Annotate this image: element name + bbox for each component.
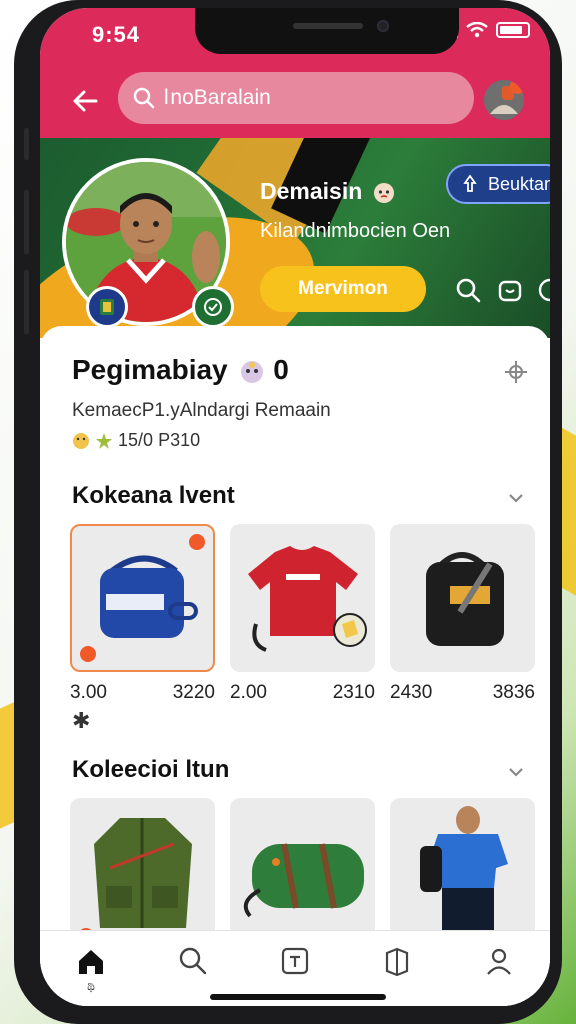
profile-name: Demaisin: [260, 178, 395, 205]
verified-badge-icon: [192, 286, 234, 328]
section-title: Koleecioi ltun: [72, 756, 230, 783]
profile-name-text: Demaisin: [260, 178, 363, 204]
emoji-icon: [73, 433, 89, 450]
duffel-image: [243, 843, 364, 918]
home-icon: [79, 950, 103, 974]
product-card-blue-bag[interactable]: [70, 524, 215, 672]
front-camera: [377, 20, 389, 32]
screen: 9:54 l noBaralain Demaisin Kilandnimboci…: [40, 8, 550, 1006]
search-text: l noBaralain: [164, 86, 271, 109]
emoji-icon: [373, 182, 394, 203]
price-pair: 2.00 2310: [230, 682, 375, 704]
price-value: 3836: [492, 682, 535, 703]
price-pair: 2430 3836: [390, 682, 535, 704]
volume-up-button: [24, 190, 29, 254]
price-value: 3.00: [70, 682, 107, 703]
nav-profile[interactable]: [469, 931, 529, 1005]
speaker: [293, 23, 363, 29]
backpack-image: [426, 552, 504, 646]
notification-badge: [510, 80, 524, 94]
page-title: Pegimabiay 0: [72, 354, 289, 386]
title-text: Pegimabiay: [72, 354, 228, 385]
badge-dot: [80, 646, 96, 662]
status-time: 9:54: [92, 22, 141, 47]
shop-icon: [385, 947, 409, 977]
kit-image: [420, 806, 508, 934]
jacket-image: [94, 818, 192, 928]
search-input[interactable]: l noBaralain: [118, 72, 516, 124]
follow-button[interactable]: Beuktam: [446, 164, 550, 204]
item-grid: [70, 524, 535, 672]
profile-icon: [487, 948, 511, 975]
chevron-down-icon[interactable]: [506, 762, 526, 782]
wifi-icon: [466, 22, 488, 38]
item-grid: [70, 798, 535, 946]
price-value: 2310: [332, 682, 375, 703]
jersey-image: [248, 546, 367, 652]
club-badge-icon: [86, 286, 128, 328]
badge-dot: [189, 534, 205, 550]
stats-text: 15/0 P310: [118, 430, 201, 450]
share-icon[interactable]: [502, 358, 530, 386]
search-icon[interactable]: [454, 276, 482, 304]
price-value: 3220: [172, 682, 215, 703]
more-icon[interactable]: [536, 276, 550, 304]
battery-icon: [496, 22, 530, 38]
volume-down-button: [24, 270, 29, 334]
emoji-icon: [241, 360, 264, 383]
follow-label: Beuktam: [488, 173, 550, 194]
nav-home[interactable]: ಥಿ: [61, 931, 121, 1005]
bell-icon: [463, 174, 477, 192]
notch: [195, 8, 459, 54]
back-arrow-icon[interactable]: [70, 86, 100, 116]
create-icon: [281, 947, 309, 975]
profile-card: Pegimabiay 0 KemaecP1.yAlndargi Remaain …: [40, 326, 550, 1006]
title-count: 0: [273, 354, 289, 385]
profile-description: KemaecP1.yAlndargi Remaain: [72, 400, 331, 421]
product-card-green-duffel[interactable]: [230, 798, 375, 946]
price-pair: 3.00 3220: [70, 682, 215, 704]
phone-frame: 9:54 l noBaralain Demaisin Kilandnimboci…: [14, 0, 562, 1024]
avatar[interactable]: [484, 80, 524, 120]
profile-stats: 15/0 P310: [72, 430, 200, 451]
search-icon: [179, 947, 207, 975]
price-value: 2430: [390, 682, 433, 703]
chevron-down-icon[interactable]: [506, 488, 526, 508]
nav-label: ಥಿ: [87, 979, 95, 993]
profile-subtitle: Kilandnimbocien Oen: [260, 220, 451, 242]
product-card-black-backpack[interactable]: [390, 524, 535, 672]
product-card-red-jersey[interactable]: [230, 524, 375, 672]
star-icon: [96, 433, 113, 450]
product-card-green-jacket[interactable]: [70, 798, 215, 946]
bag-icon[interactable]: [496, 276, 524, 304]
section-title: Kokeana lvent: [72, 482, 235, 509]
product-card-blue-kit[interactable]: [390, 798, 535, 946]
message-button[interactable]: Mervimon: [260, 266, 426, 312]
price-value: 2.00: [230, 682, 267, 703]
search-icon: [133, 87, 155, 109]
mute-switch: [24, 128, 29, 160]
price-row: 3.00 3220 2.00 2310 2430 3836: [70, 682, 535, 704]
footnote-mark: ✱: [72, 708, 91, 733]
home-indicator: [210, 994, 386, 1000]
